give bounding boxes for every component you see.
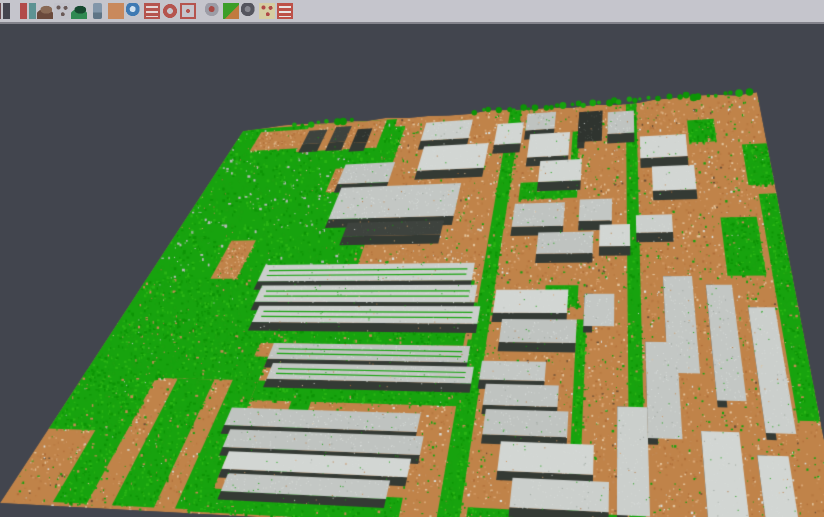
flag-red-icon[interactable] [277,3,293,19]
palette-blocks-icon[interactable] [0,3,10,19]
classified-map-icon[interactable] [223,3,239,19]
swap-arrows-icon[interactable] [20,3,36,19]
application-window [0,0,824,517]
delete-pages-icon[interactable] [259,3,275,19]
terrain-brown-icon[interactable] [37,3,53,19]
main-toolbar [0,0,824,24]
selection-bounds-icon[interactable] [180,3,196,19]
target-ring-icon[interactable] [162,3,178,19]
profile-column-icon[interactable] [93,3,102,19]
dark-globe-icon[interactable] [241,3,257,19]
globe-blue-icon[interactable] [126,3,142,19]
sphere-check-icon[interactable] [205,3,221,19]
layers-red-icon[interactable] [144,3,160,19]
point-cloud-3d-viewport[interactable] [0,0,824,517]
ortho-image-icon[interactable] [108,3,124,19]
terrain-green-icon[interactable] [71,3,87,19]
points-icon[interactable] [54,3,70,19]
